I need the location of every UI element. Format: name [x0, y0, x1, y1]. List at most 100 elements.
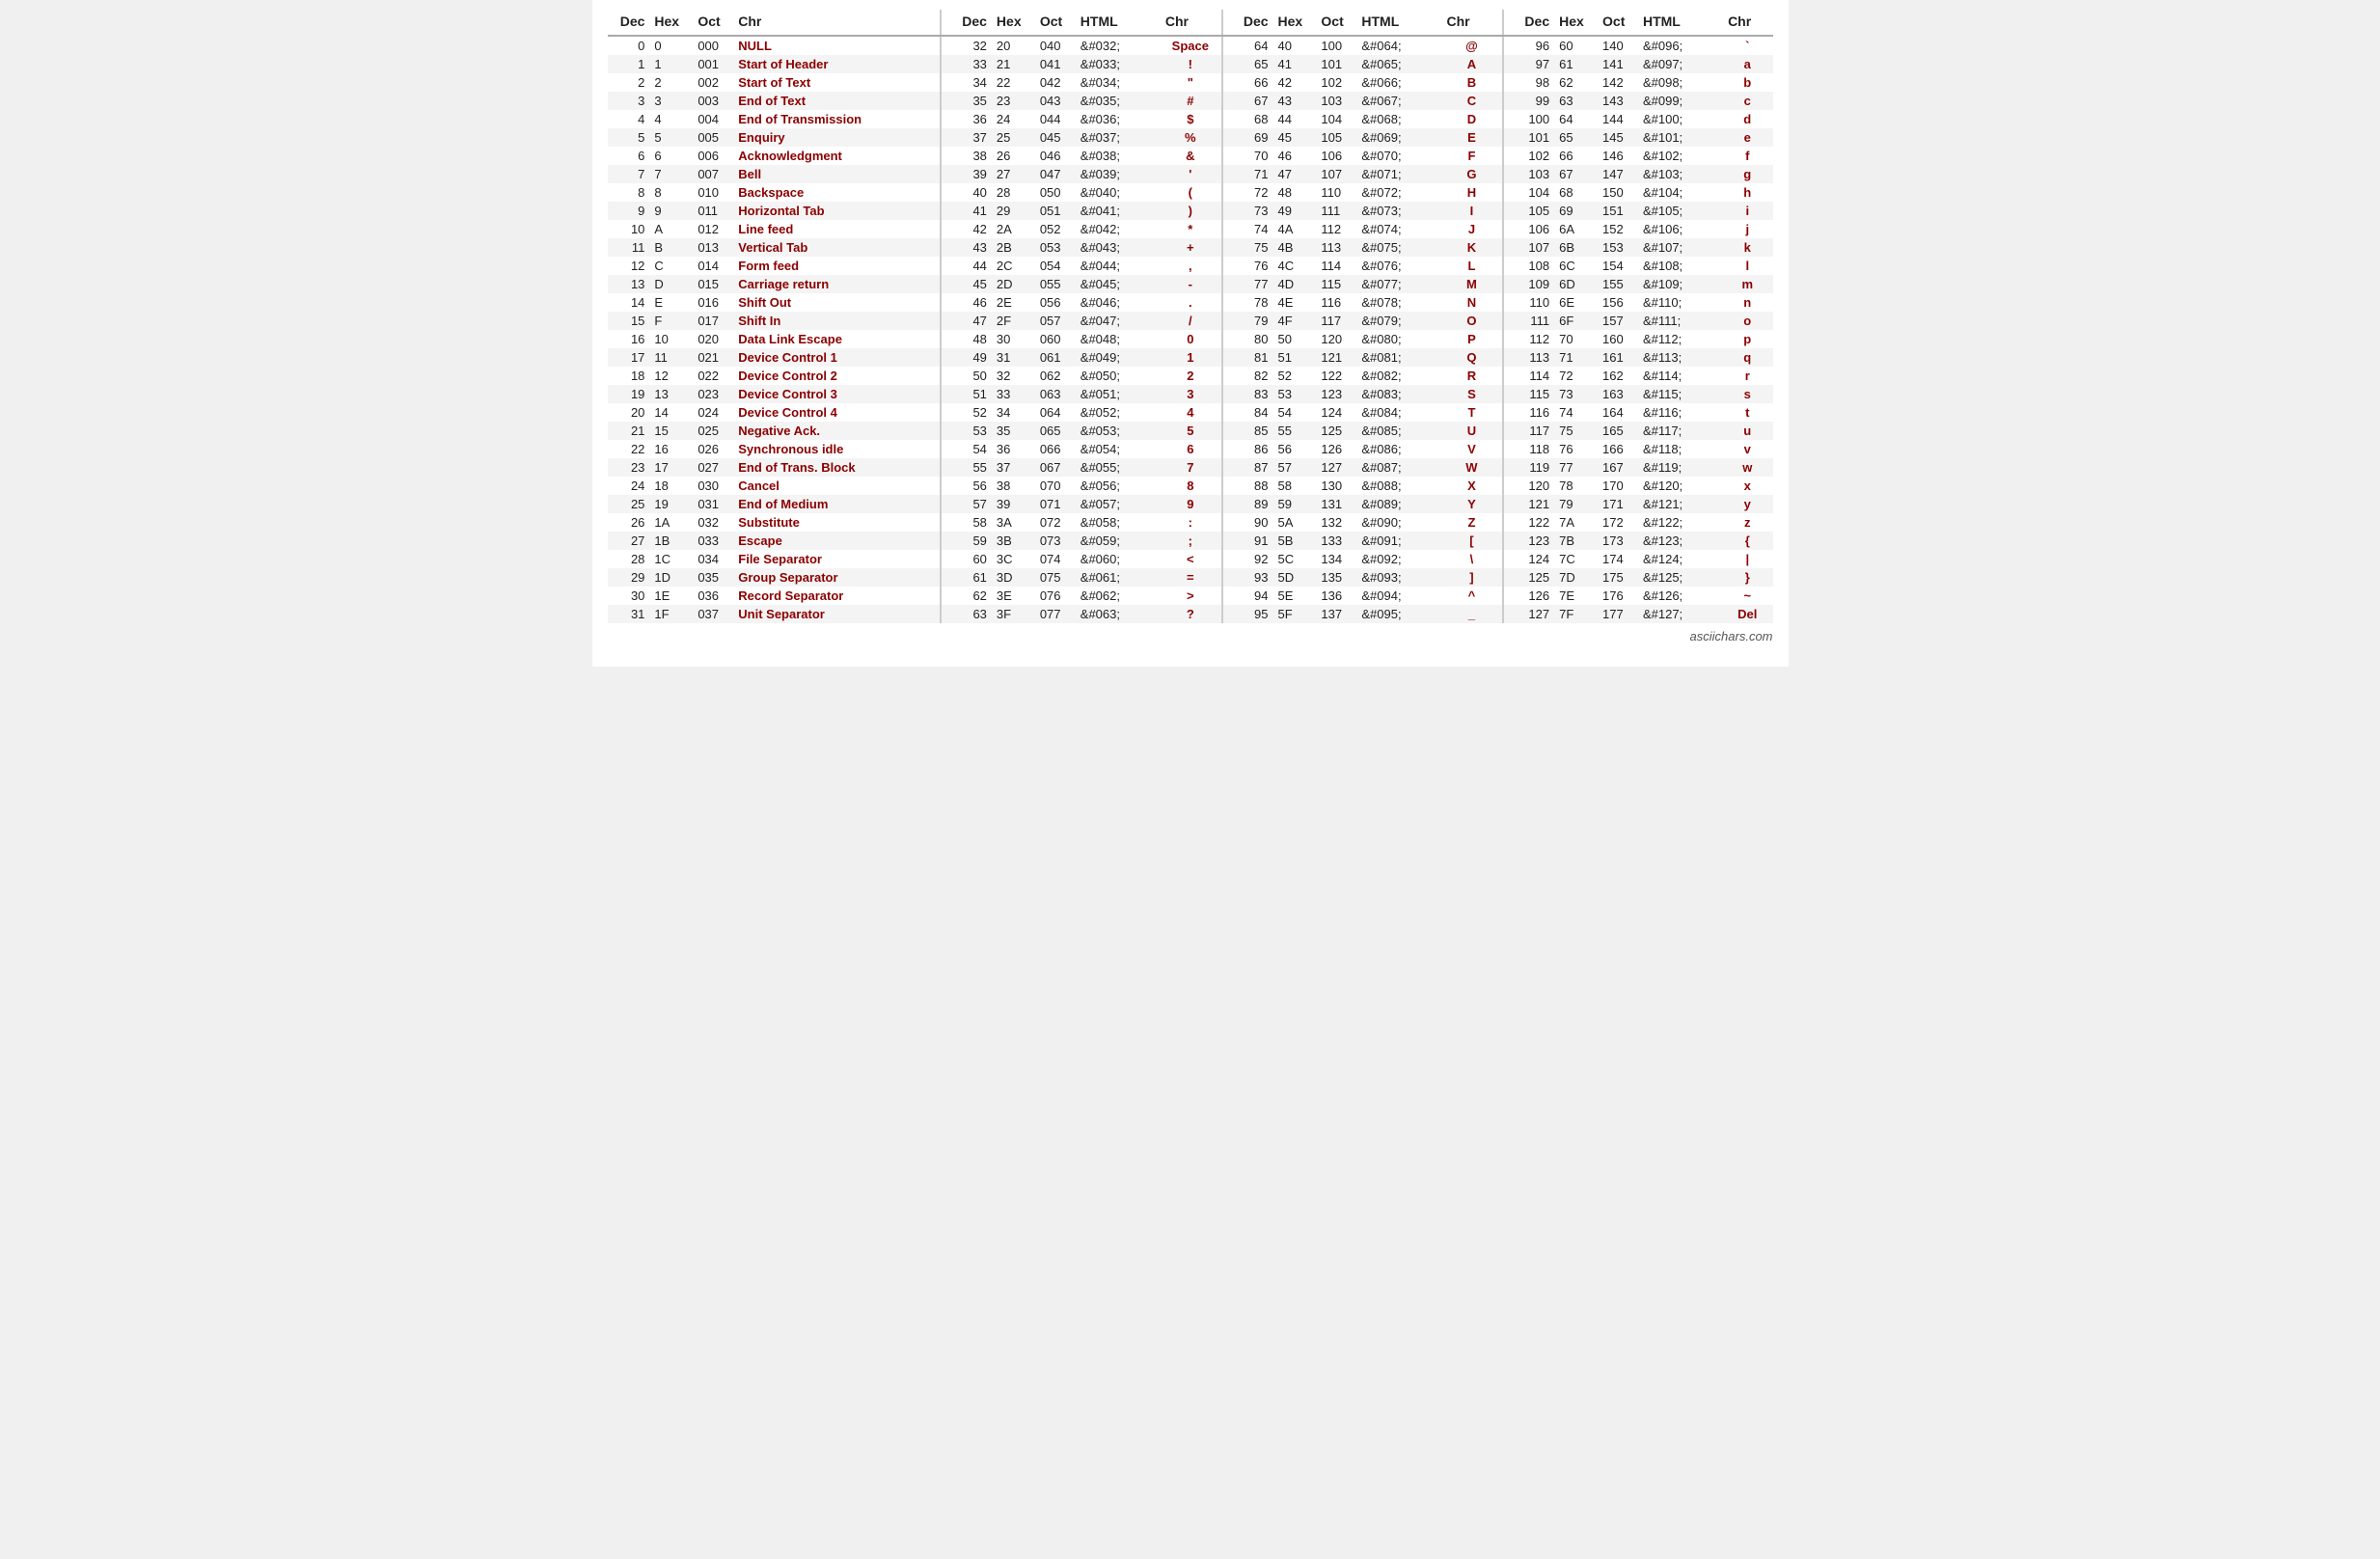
cell-oct3: 134 [1317, 550, 1357, 568]
cell-dec2: 38 [941, 147, 993, 165]
cell-dec4: 117 [1503, 422, 1555, 440]
cell-hex2: 28 [993, 183, 1036, 202]
cell-chr-name: Synchronous idle [734, 440, 941, 458]
cell-oct4: 163 [1599, 385, 1639, 403]
cell-dec2: 57 [941, 495, 993, 513]
cell-dec: 21 [608, 422, 651, 440]
cell-oct2: 065 [1036, 422, 1077, 440]
cell-oct: 023 [694, 385, 734, 403]
cell-oct3: 122 [1317, 367, 1357, 385]
cell-oct3: 133 [1317, 532, 1357, 550]
table-row: 00000NULL3220040&#032;Space6440100&#064;… [608, 36, 1773, 55]
cell-hex2: 2D [993, 275, 1036, 293]
cell-hex2: 33 [993, 385, 1036, 403]
cell-chr4: ` [1724, 36, 1772, 55]
cell-hex3: 4A [1274, 220, 1318, 238]
cell-oct2: 057 [1036, 312, 1077, 330]
cell-dec: 2 [608, 73, 651, 92]
cell-dec3: 81 [1222, 348, 1274, 367]
cell-chr2: 1 [1162, 348, 1222, 367]
cell-dec2: 46 [941, 293, 993, 312]
table-row: 281C034File Separator603C074&#060;<925C1… [608, 550, 1773, 568]
cell-dec4: 107 [1503, 238, 1555, 257]
cell-hex: F [650, 312, 694, 330]
cell-hex3: 5A [1274, 513, 1318, 532]
cell-dec2: 54 [941, 440, 993, 458]
cell-chr2: ) [1162, 202, 1222, 220]
cell-html3: &#064; [1357, 36, 1442, 55]
cell-dec2: 35 [941, 92, 993, 110]
cell-html3: &#071; [1357, 165, 1442, 183]
cell-oct4: 151 [1599, 202, 1639, 220]
table-row: 1812022Device Control 25032062&#050;2825… [608, 367, 1773, 385]
cell-html4: &#115; [1639, 385, 1724, 403]
cell-dec3: 80 [1222, 330, 1274, 348]
cell-hex3: 51 [1274, 348, 1318, 367]
cell-dec4: 103 [1503, 165, 1555, 183]
cell-oct4: 150 [1599, 183, 1639, 202]
cell-chr4: k [1724, 238, 1772, 257]
cell-oct4: 147 [1599, 165, 1639, 183]
cell-chr-name: End of Trans. Block [734, 458, 941, 477]
cell-dec: 31 [608, 605, 651, 623]
cell-html2: &#042; [1077, 220, 1162, 238]
cell-html2: &#049; [1077, 348, 1162, 367]
cell-oct: 002 [694, 73, 734, 92]
cell-hex3: 4F [1274, 312, 1318, 330]
cell-chr3: \ [1442, 550, 1503, 568]
cell-dec3: 67 [1222, 92, 1274, 110]
cell-oct2: 064 [1036, 403, 1077, 422]
cell-hex3: 40 [1274, 36, 1318, 55]
cell-chr2: 8 [1162, 477, 1222, 495]
cell-dec2: 59 [941, 532, 993, 550]
cell-chr-name: NULL [734, 36, 941, 55]
cell-oct2: 074 [1036, 550, 1077, 568]
cell-dec: 20 [608, 403, 651, 422]
cell-dec: 8 [608, 183, 651, 202]
cell-dec: 28 [608, 550, 651, 568]
cell-dec: 10 [608, 220, 651, 238]
cell-dec3: 68 [1222, 110, 1274, 128]
cell-chr-name: Device Control 2 [734, 367, 941, 385]
cell-oct4: 176 [1599, 587, 1639, 605]
cell-dec: 19 [608, 385, 651, 403]
cell-dec2: 34 [941, 73, 993, 92]
cell-html3: &#082; [1357, 367, 1442, 385]
cell-dec: 23 [608, 458, 651, 477]
cell-oct2: 062 [1036, 367, 1077, 385]
cell-dec2: 63 [941, 605, 993, 623]
cell-html2: &#057; [1077, 495, 1162, 513]
cell-dec4: 118 [1503, 440, 1555, 458]
cell-dec: 12 [608, 257, 651, 275]
cell-chr2: > [1162, 587, 1222, 605]
cell-hex3: 45 [1274, 128, 1318, 147]
cell-hex3: 50 [1274, 330, 1318, 348]
cell-html2: &#036; [1077, 110, 1162, 128]
cell-html2: &#035; [1077, 92, 1162, 110]
cell-chr-name: Line feed [734, 220, 941, 238]
cell-oct2: 047 [1036, 165, 1077, 183]
cell-dec: 5 [608, 128, 651, 147]
cell-html4: &#113; [1639, 348, 1724, 367]
cell-chr-name: Escape [734, 532, 941, 550]
cell-oct4: 145 [1599, 128, 1639, 147]
cell-hex2: 3A [993, 513, 1036, 532]
cell-html2: &#045; [1077, 275, 1162, 293]
cell-oct3: 105 [1317, 128, 1357, 147]
cell-dec3: 88 [1222, 477, 1274, 495]
cell-hex4: 61 [1555, 55, 1599, 73]
cell-oct4: 160 [1599, 330, 1639, 348]
cell-oct: 024 [694, 403, 734, 422]
cell-hex: 1B [650, 532, 694, 550]
cell-dec2: 60 [941, 550, 993, 568]
cell-chr3: @ [1442, 36, 1503, 55]
cell-chr3: E [1442, 128, 1503, 147]
cell-oct: 017 [694, 312, 734, 330]
cell-oct3: 116 [1317, 293, 1357, 312]
cell-hex2: 24 [993, 110, 1036, 128]
cell-hex4: 7E [1555, 587, 1599, 605]
cell-oct4: 164 [1599, 403, 1639, 422]
cell-dec2: 61 [941, 568, 993, 587]
cell-hex2: 25 [993, 128, 1036, 147]
cell-hex2: 30 [993, 330, 1036, 348]
